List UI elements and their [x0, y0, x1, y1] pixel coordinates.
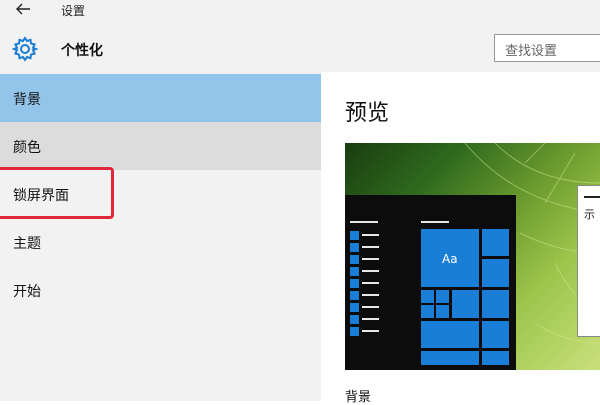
tile-small: [436, 290, 449, 303]
app-icon: [350, 267, 359, 276]
sidebar-item-label: 主题: [13, 236, 41, 252]
page-header: 个性化 查找设置: [0, 22, 600, 72]
app-line: [362, 318, 379, 320]
tile: [482, 351, 509, 365]
app-icon: [350, 327, 359, 336]
sidebar-item-label: 颜色: [13, 140, 41, 156]
app-line: [362, 270, 379, 272]
tile-small: [421, 305, 434, 318]
sidebar-item-label: 背景: [13, 92, 41, 108]
sidebar-item-themes[interactable]: 主题: [0, 218, 321, 266]
tile-wide: [421, 321, 479, 348]
search-input[interactable]: 查找设置: [494, 34, 600, 62]
tile-group-line: [421, 221, 449, 223]
app-line: [362, 258, 379, 260]
tile-label: Aa: [442, 252, 458, 266]
app-icon: [350, 231, 359, 240]
sidebar-item-start[interactable]: 开始: [0, 266, 321, 314]
menu-line: [350, 221, 378, 223]
tile-small: [436, 305, 449, 318]
app-icon: [350, 303, 359, 312]
app-icon: [350, 255, 359, 264]
app-window-preview: 示: [577, 185, 600, 337]
back-arrow-icon[interactable]: [14, 0, 34, 20]
sidebar-item-label: 开始: [13, 284, 41, 300]
app-line: [362, 294, 379, 296]
app-icon: [350, 243, 359, 252]
sidebar-item-background[interactable]: 背景: [0, 74, 321, 122]
sidebar-item-colors[interactable]: 颜色: [0, 122, 321, 170]
window-text: 示: [584, 208, 595, 221]
gear-icon: [11, 36, 39, 62]
app-line: [362, 282, 379, 284]
start-menu-preview: Aa: [345, 195, 516, 370]
background-section-label: 背景: [345, 390, 372, 405]
title-bar: 设置: [0, 0, 600, 22]
tile: [482, 321, 509, 348]
app-icon: [350, 279, 359, 288]
tile-wide: [421, 351, 479, 365]
app-icon: [350, 315, 359, 324]
window-title-line: [584, 196, 600, 198]
app-line: [362, 306, 379, 308]
window-title: 设置: [61, 4, 86, 18]
preview-heading: 预览: [345, 101, 390, 126]
highlight-box: [0, 167, 114, 219]
tile-small: [421, 290, 434, 303]
tile: [482, 290, 509, 318]
search-placeholder: 查找设置: [505, 44, 558, 59]
tile: [482, 259, 509, 287]
tile: [452, 290, 479, 318]
sidebar: 背景 颜色 锁屏界面 主题 开始: [0, 72, 321, 401]
preview-image: Aa 示: [345, 143, 600, 370]
app-line: [362, 246, 379, 248]
app-icon: [350, 291, 359, 300]
tile-large: Aa: [421, 229, 479, 287]
page-title: 个性化: [61, 43, 103, 59]
app-line: [362, 330, 379, 332]
tile: [482, 229, 509, 256]
app-line: [362, 234, 379, 236]
